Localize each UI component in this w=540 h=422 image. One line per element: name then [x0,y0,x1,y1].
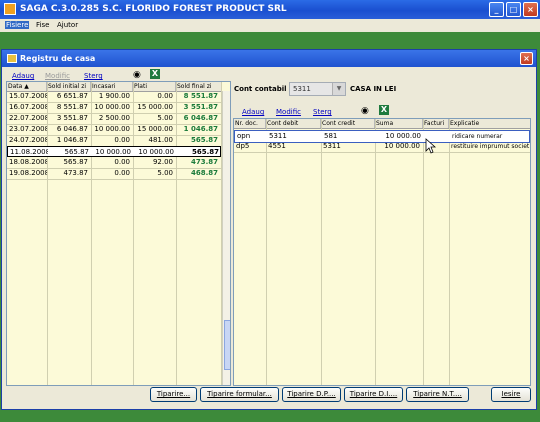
cell-receipts: 2 500.00 [98,114,130,122]
cell-opening: 473.87 [63,169,89,177]
print-dp-button[interactable]: Tiparire D.P.... [282,387,341,402]
cell-date: 22.07.2008 [9,114,47,122]
cell-payments: 5.00 [157,114,173,122]
menu-bar: Fisiere Fise Ajutor [0,19,540,32]
cont-label: Cont contabil [234,85,287,93]
cont-select[interactable]: 5311 ▼ [289,82,346,96]
cell-closing: 473.87 [190,158,218,166]
cont-description: CASA IN LEI [350,85,397,93]
maximize-icon[interactable]: □ [506,2,521,17]
left-edit-link[interactable]: Modific [45,72,70,80]
col-header-docno[interactable]: Nr. doc. [234,119,266,128]
col-header-payments[interactable]: Plati [133,82,176,91]
col-header-receipts[interactable]: Incasari [91,82,133,91]
cell-closing: 3 551.87 [183,103,218,111]
col-header-credit[interactable]: Cont credit [321,119,375,128]
cell-receipts: 10 000.00 [94,103,130,111]
cell-date: 23.07.2008 [9,125,47,133]
col-header-opening[interactable]: Sold initial zi [47,82,91,91]
cell-closing: 468.87 [190,169,218,177]
cell-payments: 481.00 [148,136,174,144]
close-icon[interactable]: × [523,2,538,17]
excel-icon[interactable]: X [379,105,389,115]
cell-closing: 6 046.87 [183,114,218,122]
excel-icon[interactable]: X [150,69,160,79]
cell-receipts: 1 900.00 [98,92,130,100]
scroll-thumb[interactable] [224,320,230,370]
col-header-debit[interactable]: Cont debit [266,119,321,128]
col-header-invoices[interactable]: Facturi [423,119,449,128]
dialog-icon [7,54,17,63]
mouse-cursor-icon [425,138,437,154]
cell-payments: 15 000.00 [137,103,173,111]
cell-docno: dp5 [236,142,250,150]
cell-date: 15.07.2008 [9,92,47,100]
cash-entries-table: Nr. doc. Cont debit Cont credit Suma Fac… [233,118,531,386]
dialog-title: Registru de casa [20,54,96,63]
daily-balance-table: Data ▲ Sold initial zi Incasari Plati So… [6,81,231,386]
cell-opening: 6 046.87 [56,125,88,133]
cell-payments: 15 000.00 [137,125,173,133]
dialog-title-bar: Registru de casa × [2,50,536,67]
cell-payments: 0.00 [157,92,173,100]
registru-dialog: Registru de casa × Adaug Modific Sterg ◉… [1,49,537,410]
cell-date: 16.07.2008 [9,103,47,111]
cell-explanation: restituire imprumut societ [451,143,530,150]
table-row[interactable]: 11.08.2008 565.87 10 000.00 10 000.00 565.87 [7,146,221,157]
cell-closing: 1 046.87 [183,125,218,133]
right-add-link[interactable]: Adaug [242,108,264,116]
menu-fise[interactable]: Fise [36,21,49,29]
app-title-bar: SAGA C.3.0.285 S.C. FLORIDO FOREST PRODU… [0,0,540,19]
col-header-explanation[interactable]: Explicatie [449,119,530,128]
cell-date: 19.08.2008 [9,169,47,177]
cell-opening: 8 551.87 [56,103,88,111]
dialog-close-icon[interactable]: × [520,52,533,65]
minimize-icon[interactable]: _ [489,2,504,17]
cell-closing: 565.87 [190,136,218,144]
right-delete-link[interactable]: Sterg [313,108,332,116]
print-di-button[interactable]: Tiparire D.I.... [344,387,403,402]
menu-ajutor[interactable]: Ajutor [57,21,78,29]
cell-opening: 1 046.87 [56,136,88,144]
cell-payments: 5.00 [157,169,173,177]
cell-receipts: 10 000.00 [94,125,130,133]
cell-opening: 6 651.87 [56,92,88,100]
cont-value: 5311 [293,85,311,93]
print-form-button[interactable]: Tiparire formular... [200,387,279,402]
binoculars-icon[interactable]: ◉ [133,70,141,80]
left-add-link[interactable]: Adaug [12,72,34,80]
table-row[interactable]: dp5 4551 5311 10 000.00 restituire imprumut … [234,141,530,153]
col-header-amount[interactable]: Suma [375,119,423,128]
cell-amount: 10 000.00 [384,142,420,150]
table-row[interactable]: 19.08.2008 473.87 0.00 5.00 468.87 [7,168,221,180]
chevron-down-icon[interactable]: ▼ [332,83,345,95]
cell-receipts: 0.00 [114,158,130,166]
cell-credit: 5311 [323,142,341,150]
cell-payments: 92.00 [152,158,173,166]
cell-closing: 8 551.87 [183,92,218,100]
app-title: SAGA C.3.0.285 S.C. FLORIDO FOREST PRODU… [20,4,287,14]
menu-fisiere[interactable]: Fisiere [5,21,30,29]
cell-receipts: 0.00 [114,169,130,177]
col-header-date[interactable]: Data ▲ [7,82,47,91]
cell-debit: 4551 [268,142,286,150]
print-button[interactable]: Tiparire... [150,387,197,402]
app-icon [4,3,16,15]
cell-receipts: 0.00 [114,136,130,144]
cell-date: 18.08.2008 [9,158,47,166]
cell-opening: 3 551.87 [56,114,88,122]
binoculars-icon[interactable]: ◉ [361,106,369,116]
left-delete-link[interactable]: Sterg [84,72,103,80]
right-edit-link[interactable]: Modific [276,108,301,116]
table-header: Nr. doc. Cont debit Cont credit Suma Fac… [234,119,530,129]
exit-button[interactable]: Iesire [491,387,531,402]
left-scrollbar[interactable] [222,91,230,385]
cell-date: 24.07.2008 [9,136,47,144]
print-nt-button[interactable]: Tiparire N.T.... [406,387,469,402]
col-header-closing[interactable]: Sold final zi [176,82,222,91]
cell-opening: 565.87 [63,158,89,166]
